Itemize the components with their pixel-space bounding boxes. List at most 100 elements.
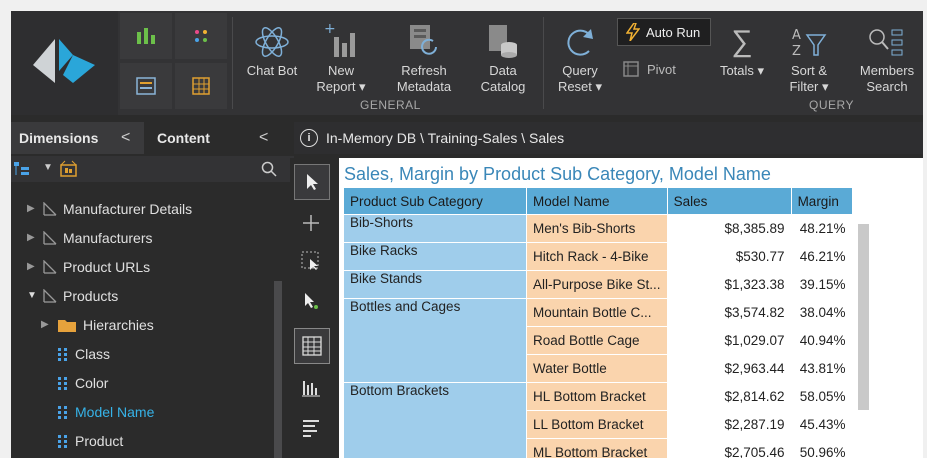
tree-node-label: Hierarchies [83,317,154,333]
auto-run-button[interactable]: Auto Run [617,18,711,46]
cat-cell[interactable]: Bike Racks [343,242,527,271]
margin-cell[interactable]: 50.96% [790,438,853,458]
sales-cell[interactable]: $1,323.38 [666,270,792,299]
tree-node-label: Product [75,433,124,449]
sales-cell[interactable]: $2,287.19 [666,410,792,439]
margin-cell[interactable]: 38.04% [790,298,853,327]
dropdown-arrow-icon[interactable]: ▼ [43,162,53,173]
hierarchy-icon [43,231,57,245]
tab-dimensions[interactable]: Dimensions [19,122,98,154]
tree-node-product-urls[interactable]: ▶ Product URLs [27,254,150,280]
select-pointer-tool[interactable] [294,164,330,200]
drill-cursor-icon [305,293,318,309]
col-header-margin[interactable]: Margin [790,187,853,215]
model-cell[interactable]: Men's Bib-Shorts [526,214,668,243]
totals-button[interactable]: ∑ Totals ▾ [717,11,767,101]
cat-cell[interactable]: Bottom Brackets [343,382,527,458]
grid-tool[interactable] [294,328,330,364]
tree-view-icon[interactable] [13,161,31,177]
pivot-icon [623,61,639,77]
tree-scrollbar[interactable] [274,281,282,458]
model-cell[interactable]: LL Bottom Bracket [526,410,668,439]
report-title: Sales, Margin by Product Sub Category, M… [344,164,771,184]
sales-cell[interactable]: $530.77 [666,242,792,271]
model-cell[interactable]: Mountain Bottle C... [526,298,668,327]
expand-arrow-icon[interactable]: ▶ [27,254,37,280]
sort-filter-button[interactable]: AZ Sort & Filter ▾ [783,11,835,101]
dimension-tree: ▶ Manufacturer Details ▶ Manufacturers ▶… [11,186,294,458]
margin-cell[interactable]: 40.94% [790,326,853,355]
info-icon[interactable]: i [300,129,318,147]
table-row: Bike Racks Hitch Rack - 4-Bike $530.77 4… [343,242,853,271]
margin-cell[interactable]: 45.43% [790,410,853,439]
query-reset-button[interactable]: Query Reset ▾ [549,11,611,101]
general-group-label: GENERAL [360,98,421,112]
col-header-model-name[interactable]: Model Name [526,187,668,215]
cat-cell[interactable]: Bottles and Cages [343,298,527,383]
sales-cell[interactable]: $1,029.07 [666,326,792,355]
model-cell[interactable]: Water Bottle [526,354,668,383]
chart-tool[interactable] [294,370,328,404]
app-logo[interactable] [11,11,118,115]
cat-cell[interactable]: Bike Stands [343,270,527,299]
tree-node-manufacturers[interactable]: ▶ Manufacturers [27,225,152,251]
search-icon[interactable] [261,161,277,177]
expand-arrow-icon[interactable]: ▶ [27,225,37,251]
margin-cell[interactable]: 43.81% [790,354,853,383]
marquee-select-tool[interactable] [294,244,328,278]
new-report-icon: + [324,23,355,57]
text-tool[interactable] [294,410,328,444]
pivot-label: Pivot [647,61,676,77]
chart-view-icon[interactable] [120,13,172,59]
tree-node-color[interactable]: Color [57,370,108,396]
expand-arrow-icon[interactable]: ▶ [41,312,51,338]
margin-cell[interactable]: 39.15% [790,270,853,299]
sales-cell[interactable]: $8,385.89 [666,214,792,243]
expand-arrow-icon[interactable]: ▶ [27,196,37,222]
attribute-icon [58,435,67,448]
tree-node-hierarchies[interactable]: ▶ Hierarchies [41,312,154,338]
sales-cell[interactable]: $3,574.82 [666,298,792,327]
col-header-product-sub-category[interactable]: Product Sub Category [343,187,527,215]
report-grid: Product Sub Category Model Name Sales Ma… [343,187,853,458]
model-cell[interactable]: HL Bottom Bracket [526,382,668,411]
model-cell[interactable]: ML Bottom Bracket [526,438,668,458]
refresh-metadata-icon [410,25,437,55]
tool-strip [290,158,334,458]
refresh-metadata-button[interactable]: Refresh Metadata [387,11,461,101]
grid-scrollbar[interactable] [858,224,869,410]
model-cell[interactable]: Hitch Rack - 4-Bike [526,242,668,271]
crosshair-tool[interactable] [294,206,328,240]
chat-bot-button[interactable]: Chat Bot [239,11,305,101]
margin-cell[interactable]: 48.21% [790,214,853,243]
pivot-button[interactable]: Pivot [623,61,676,77]
cube-icon[interactable] [59,160,79,178]
palette-icon[interactable] [175,13,227,59]
marquee-icon [301,251,319,270]
collapse-arrow-icon[interactable]: ▼ [27,283,37,309]
sales-cell[interactable]: $2,814.62 [666,382,792,411]
sales-cell[interactable]: $2,705.46 [666,438,792,458]
tree-node-class[interactable]: Class [57,341,110,367]
hierarchy-icon [43,289,57,303]
tree-node-products[interactable]: ▼ Products [27,283,118,309]
tab-content[interactable]: Content [157,122,210,154]
sales-cell[interactable]: $2,963.44 [666,354,792,383]
report-view-icon[interactable] [120,63,172,109]
model-cell[interactable]: All-Purpose Bike St... [526,270,668,299]
model-cell[interactable]: Road Bottle Cage [526,326,668,355]
data-catalog-button[interactable]: Data Catalog [473,11,533,101]
collapse-content-icon[interactable]: < [259,122,268,154]
margin-cell[interactable]: 58.05% [790,382,853,411]
col-header-sales[interactable]: Sales [666,187,792,215]
new-report-button[interactable]: + New Report ▾ [309,11,373,101]
margin-cell[interactable]: 46.21% [790,242,853,271]
grid-view-icon[interactable] [175,63,227,109]
cat-cell[interactable]: Bib-Shorts [343,214,527,243]
tree-node-product[interactable]: Product [57,428,123,454]
members-search-button[interactable]: Members Search [851,11,923,101]
collapse-dimensions-icon[interactable]: < [121,122,130,154]
tree-node-model-name[interactable]: Model Name [57,399,154,425]
tree-node-manufacturer-details[interactable]: ▶ Manufacturer Details [27,196,192,222]
drill-pointer-tool[interactable] [294,284,328,318]
